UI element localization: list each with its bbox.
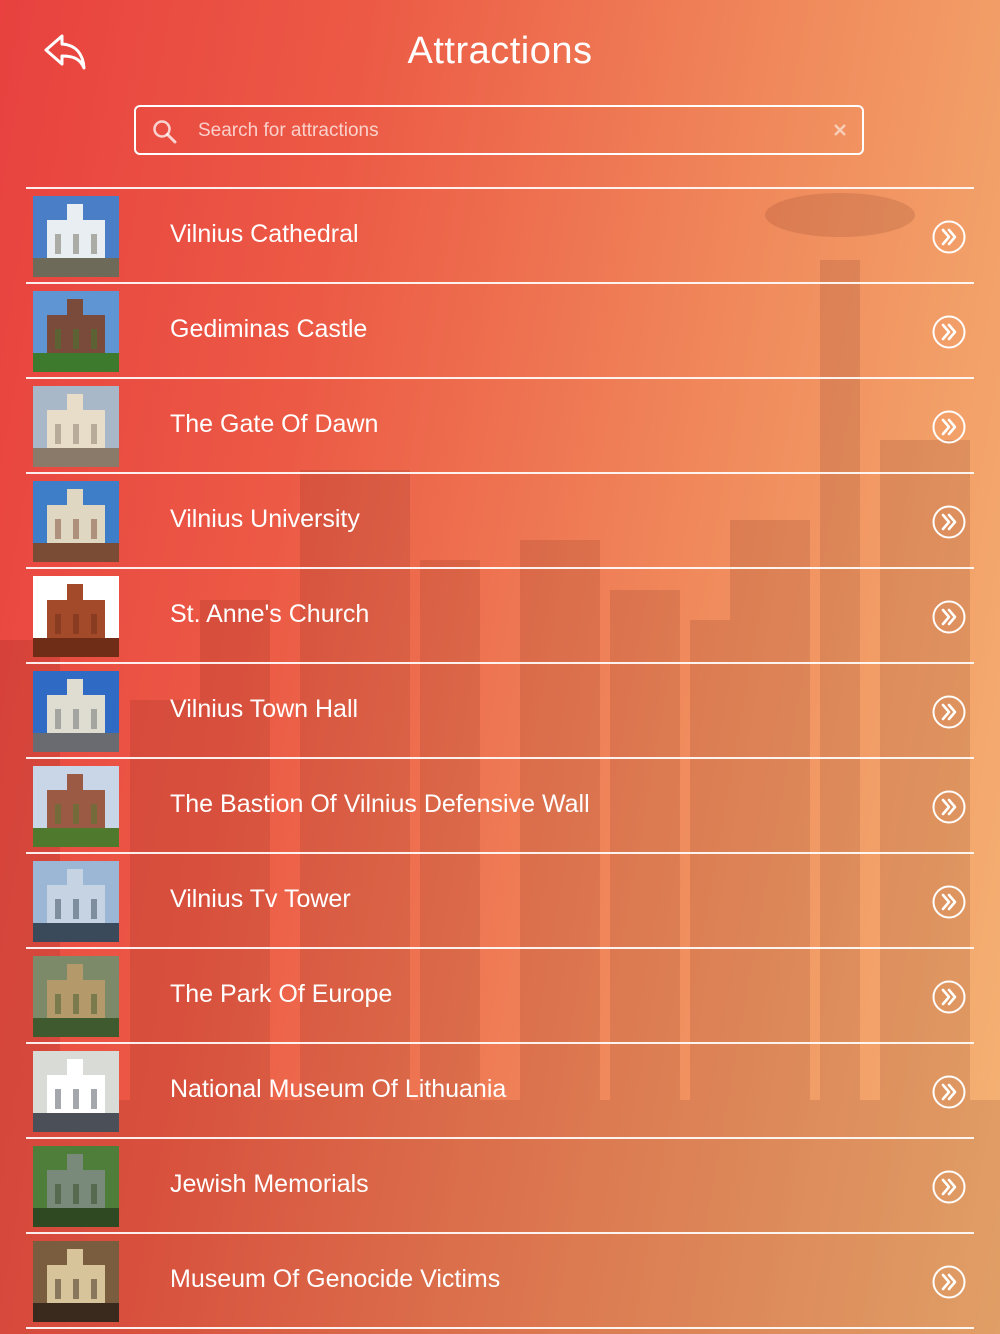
double-chevron-right-icon[interactable] <box>932 1170 966 1204</box>
attraction-name: The Bastion Of Vilnius Defensive Wall <box>170 790 590 818</box>
list-item[interactable]: Vilnius University <box>26 474 974 569</box>
double-chevron-right-icon[interactable] <box>932 220 966 254</box>
header-bar: Attractions <box>0 0 1000 100</box>
attraction-thumbnail <box>33 386 119 467</box>
attraction-name: The Gate Of Dawn <box>170 410 379 438</box>
list-item[interactable]: Jewish Memorials <box>26 1139 974 1234</box>
attraction-thumbnail <box>33 671 119 752</box>
attraction-thumbnail <box>33 481 119 562</box>
double-chevron-right-icon[interactable] <box>932 980 966 1014</box>
list-item[interactable]: Vilnius Cathedral <box>26 189 974 284</box>
list-item[interactable]: Vilnius Tv Tower <box>26 854 974 949</box>
double-chevron-right-icon[interactable] <box>932 695 966 729</box>
list-item[interactable]: Museum Of Genocide Victims <box>26 1234 974 1329</box>
attraction-name: Vilnius University <box>170 505 360 533</box>
attraction-thumbnail <box>33 956 119 1037</box>
attraction-thumbnail <box>33 1146 119 1227</box>
list-item[interactable]: St. Anne's Church <box>26 569 974 664</box>
double-chevron-right-icon[interactable] <box>932 315 966 349</box>
magnifier-icon <box>153 120 177 144</box>
attractions-list: Vilnius Cathedral Gediminas Castle The Gat… <box>26 187 974 1329</box>
attraction-name: St. Anne's Church <box>170 600 370 628</box>
attraction-name: The Park Of Europe <box>170 980 393 1008</box>
attraction-thumbnail <box>33 196 119 277</box>
attraction-name: National Museum Of Lithuania <box>170 1075 507 1103</box>
attraction-name: Jewish Memorials <box>170 1170 369 1198</box>
search-input[interactable] <box>196 107 800 155</box>
search-bar[interactable] <box>134 105 864 155</box>
double-chevron-right-icon[interactable] <box>932 1265 966 1299</box>
attraction-name: Vilnius Cathedral <box>170 220 359 248</box>
attraction-thumbnail <box>33 766 119 847</box>
list-item[interactable]: The Bastion Of Vilnius Defensive Wall <box>26 759 974 854</box>
double-chevron-right-icon[interactable] <box>932 410 966 444</box>
attraction-thumbnail <box>33 1241 119 1322</box>
attraction-thumbnail <box>33 861 119 942</box>
page-title: Attractions <box>407 30 593 72</box>
list-item[interactable]: Gediminas Castle <box>26 284 974 379</box>
attraction-thumbnail <box>33 1051 119 1132</box>
double-chevron-right-icon[interactable] <box>932 885 966 919</box>
double-chevron-right-icon[interactable] <box>932 505 966 539</box>
list-item[interactable]: Vilnius Town Hall <box>26 664 974 759</box>
attraction-thumbnail <box>33 576 119 657</box>
attraction-thumbnail <box>33 291 119 372</box>
list-item[interactable]: The Park Of Europe <box>26 949 974 1044</box>
double-chevron-right-icon[interactable] <box>932 600 966 634</box>
attraction-name: Museum Of Genocide Victims <box>170 1265 501 1293</box>
attraction-name: Vilnius Town Hall <box>170 695 359 723</box>
close-icon[interactable] <box>832 122 848 138</box>
attraction-name: Gediminas Castle <box>170 315 368 343</box>
double-chevron-right-icon[interactable] <box>932 1075 966 1109</box>
double-chevron-right-icon[interactable] <box>932 790 966 824</box>
attraction-name: Vilnius Tv Tower <box>170 885 351 913</box>
list-item[interactable]: The Gate Of Dawn <box>26 379 974 474</box>
list-item[interactable]: National Museum Of Lithuania <box>26 1044 974 1139</box>
